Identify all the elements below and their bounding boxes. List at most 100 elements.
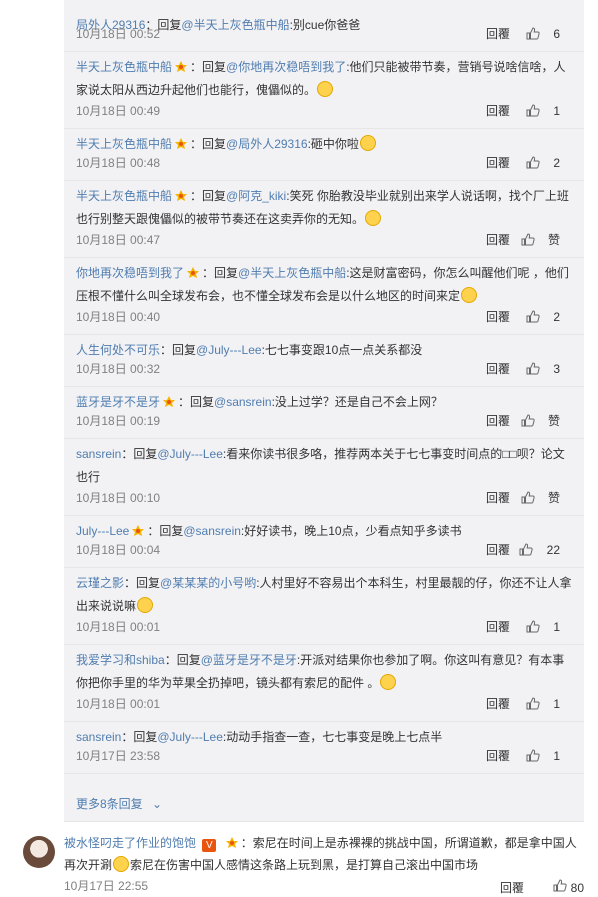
like-count: 赞: [547, 491, 560, 505]
like-count: 赞: [547, 233, 560, 247]
like-button[interactable]: 赞: [521, 410, 560, 434]
main-like-button[interactable]: 80: [553, 879, 584, 895]
like-count: 1: [553, 620, 560, 634]
level-badge-icon: [174, 58, 188, 72]
reply-meta: 10月18日 00:49 回覆 1: [76, 100, 572, 126]
reply-button[interactable]: 回覆: [486, 358, 510, 380]
more-replies-link[interactable]: 更多8条回复 ⌄: [76, 795, 162, 812]
reply-mention[interactable]: @蓝牙是牙不是牙: [201, 653, 297, 667]
thumb-up-icon: [526, 747, 540, 769]
thumb-up-icon: [526, 360, 540, 382]
thumb-up-icon: [526, 25, 540, 47]
reply-item: sansrein：回复@July---Lee:动动手指查一查，七七事变是晚上七点…: [64, 722, 584, 774]
reply-username[interactable]: 人生何处不可乐: [76, 343, 160, 357]
like-count: 2: [553, 310, 560, 324]
reply-time: 10月18日 00:32: [76, 362, 161, 376]
emoji-icon: [137, 597, 154, 613]
thumb-up-icon: [526, 695, 540, 717]
reply-body: :七七事变跟10点一点关系都没: [261, 343, 423, 357]
reply-button[interactable]: 回覆: [486, 616, 510, 638]
reply-item: 我爱学习和shiba：回复@蓝牙是牙不是牙:开派对结果你也参加了啊。你这叫有意见…: [64, 645, 584, 722]
reply-text: 我爱学习和shiba：回复@蓝牙是牙不是牙:开派对结果你也参加了啊。你这叫有意见…: [76, 645, 572, 695]
like-button[interactable]: 赞: [521, 487, 560, 511]
reply-button[interactable]: 回覆: [486, 487, 510, 509]
reply-button[interactable]: 回覆: [486, 23, 510, 45]
vip-badge-icon: V: [202, 839, 217, 852]
reply-item: 人生何处不可乐：回复@July---Lee:七七事变跟10点一点关系都没 10月…: [64, 335, 584, 387]
like-count: 6: [553, 27, 560, 41]
thumb-up-icon: [521, 231, 535, 253]
reply-mention[interactable]: @sansrein: [183, 524, 241, 538]
reply-time: 10月18日 00:01: [76, 697, 161, 711]
thumb-up-icon: [521, 489, 535, 511]
reply-separator: ：回复: [190, 60, 227, 74]
reply-mention[interactable]: @July---Lee: [157, 730, 223, 744]
reply-time: 10月18日 00:19: [76, 414, 161, 428]
reply-button[interactable]: 回覆: [486, 410, 510, 432]
like-button[interactable]: 2: [526, 152, 560, 176]
reply-separator: ：回复: [164, 653, 201, 667]
reply-mention[interactable]: @sansrein: [214, 395, 272, 409]
reply-mention[interactable]: @某某某的小号哟: [160, 576, 256, 590]
like-count: 赞: [547, 414, 560, 428]
reply-mention[interactable]: @July---Lee: [157, 447, 223, 461]
like-button[interactable]: 赞: [521, 229, 560, 253]
reply-text: sansrein：回复@July---Lee:看来你读书很多咯，推荐两本关于七七…: [76, 439, 572, 489]
emoji-icon: [461, 287, 478, 303]
reply-time: 10月18日 00:47: [76, 233, 161, 247]
like-button[interactable]: 6: [526, 23, 560, 47]
level-badge-icon: [131, 522, 145, 536]
reply-username[interactable]: 半天上灰色瓶中船: [76, 60, 172, 74]
reply-item: 云瑾之影：回复@某某某的小号哟:人村里好不容易出个本科生，村里最靓的仔，你还不让…: [64, 568, 584, 645]
reply-username[interactable]: sansrein: [76, 447, 121, 461]
reply-username[interactable]: sansrein: [76, 730, 121, 744]
reply-mention[interactable]: @阿克_kiki: [226, 189, 286, 203]
reply-item: 半天上灰色瓶中船 ：回复@阿克_kiki:笑死 你胎教没毕业就别出来学人说话啊，找…: [64, 181, 584, 258]
reply-item: 半天上灰色瓶中船 ：回复@局外人29316:砸中你啦 10月18日 00:48 回…: [64, 129, 584, 181]
like-button[interactable]: 2: [526, 306, 560, 330]
reply-username[interactable]: 云瑾之影: [76, 576, 124, 590]
reply-button[interactable]: 回覆: [486, 229, 510, 251]
reply-button[interactable]: 回覆: [486, 100, 510, 122]
main-reply-button[interactable]: 回覆: [500, 879, 524, 896]
reply-mention[interactable]: @你地再次稳唔到我了: [226, 60, 346, 74]
like-button[interactable]: 3: [526, 358, 560, 382]
reply-separator: ：回复: [190, 189, 227, 203]
reply-time: 10月18日 00:49: [76, 104, 161, 118]
reply-separator: ：回复: [121, 447, 158, 461]
reply-button[interactable]: 回覆: [486, 693, 510, 715]
reply-mention[interactable]: @July---Lee: [196, 343, 262, 357]
reply-body: :好好读书，晚上10点，少看点知乎多读书: [240, 524, 462, 538]
reply-meta: 10月18日 00:32 回覆 3: [76, 358, 572, 384]
reply-username[interactable]: 半天上灰色瓶中船: [76, 189, 172, 203]
reply-button[interactable]: 回覆: [486, 306, 510, 328]
reply-body: :动动手指查一查，七七事变是晚上七点半: [222, 730, 443, 744]
reply-username[interactable]: July---Lee: [76, 524, 129, 538]
reply-button[interactable]: 回覆: [486, 152, 510, 174]
reply-thread: 局外人29316：回复@半天上灰色瓶中船:别cue你爸爸 10月18日 00:5…: [64, 0, 584, 822]
reply-mention[interactable]: @局外人29316: [226, 137, 308, 151]
like-button[interactable]: 1: [526, 693, 560, 717]
reply-username[interactable]: 蓝牙是牙不是牙: [76, 395, 160, 409]
reply-username[interactable]: 半天上灰色瓶中船: [76, 137, 172, 151]
reply-text: 云瑾之影：回复@某某某的小号哟:人村里好不容易出个本科生，村里最靓的仔，你还不让…: [76, 568, 572, 618]
level-badge-icon: [186, 264, 200, 278]
emoji-icon: [380, 674, 397, 690]
like-button[interactable]: 1: [526, 100, 560, 124]
like-button[interactable]: 1: [526, 616, 560, 640]
main-comment-username[interactable]: 被水怪叼走了作业的饱饱: [64, 836, 196, 850]
reply-button[interactable]: 回覆: [486, 745, 510, 767]
level-badge-icon: [225, 834, 239, 848]
reply-username[interactable]: 你地再次稳唔到我了: [76, 266, 184, 280]
like-button[interactable]: 22: [519, 539, 560, 563]
level-badge-icon: [162, 393, 176, 407]
like-button[interactable]: 1: [526, 745, 560, 769]
thumb-up-icon: [526, 308, 540, 330]
reply-button[interactable]: 回覆: [486, 539, 510, 561]
main-comment-body-b: 索尼在伤害中国人感情这条路上玩到黑，是打算自己滚出中国市场: [130, 858, 479, 872]
reply-item: 半天上灰色瓶中船 ：回复@你地再次稳唔到我了:他们只能被带节奏，营销号说啥信啥，人…: [64, 52, 584, 129]
avatar[interactable]: [23, 836, 55, 868]
reply-username[interactable]: 我爱学习和shiba: [76, 653, 165, 667]
reply-meta: 10月18日 00:40 回覆 2: [76, 306, 572, 332]
reply-mention[interactable]: @半天上灰色瓶中船: [238, 266, 346, 280]
